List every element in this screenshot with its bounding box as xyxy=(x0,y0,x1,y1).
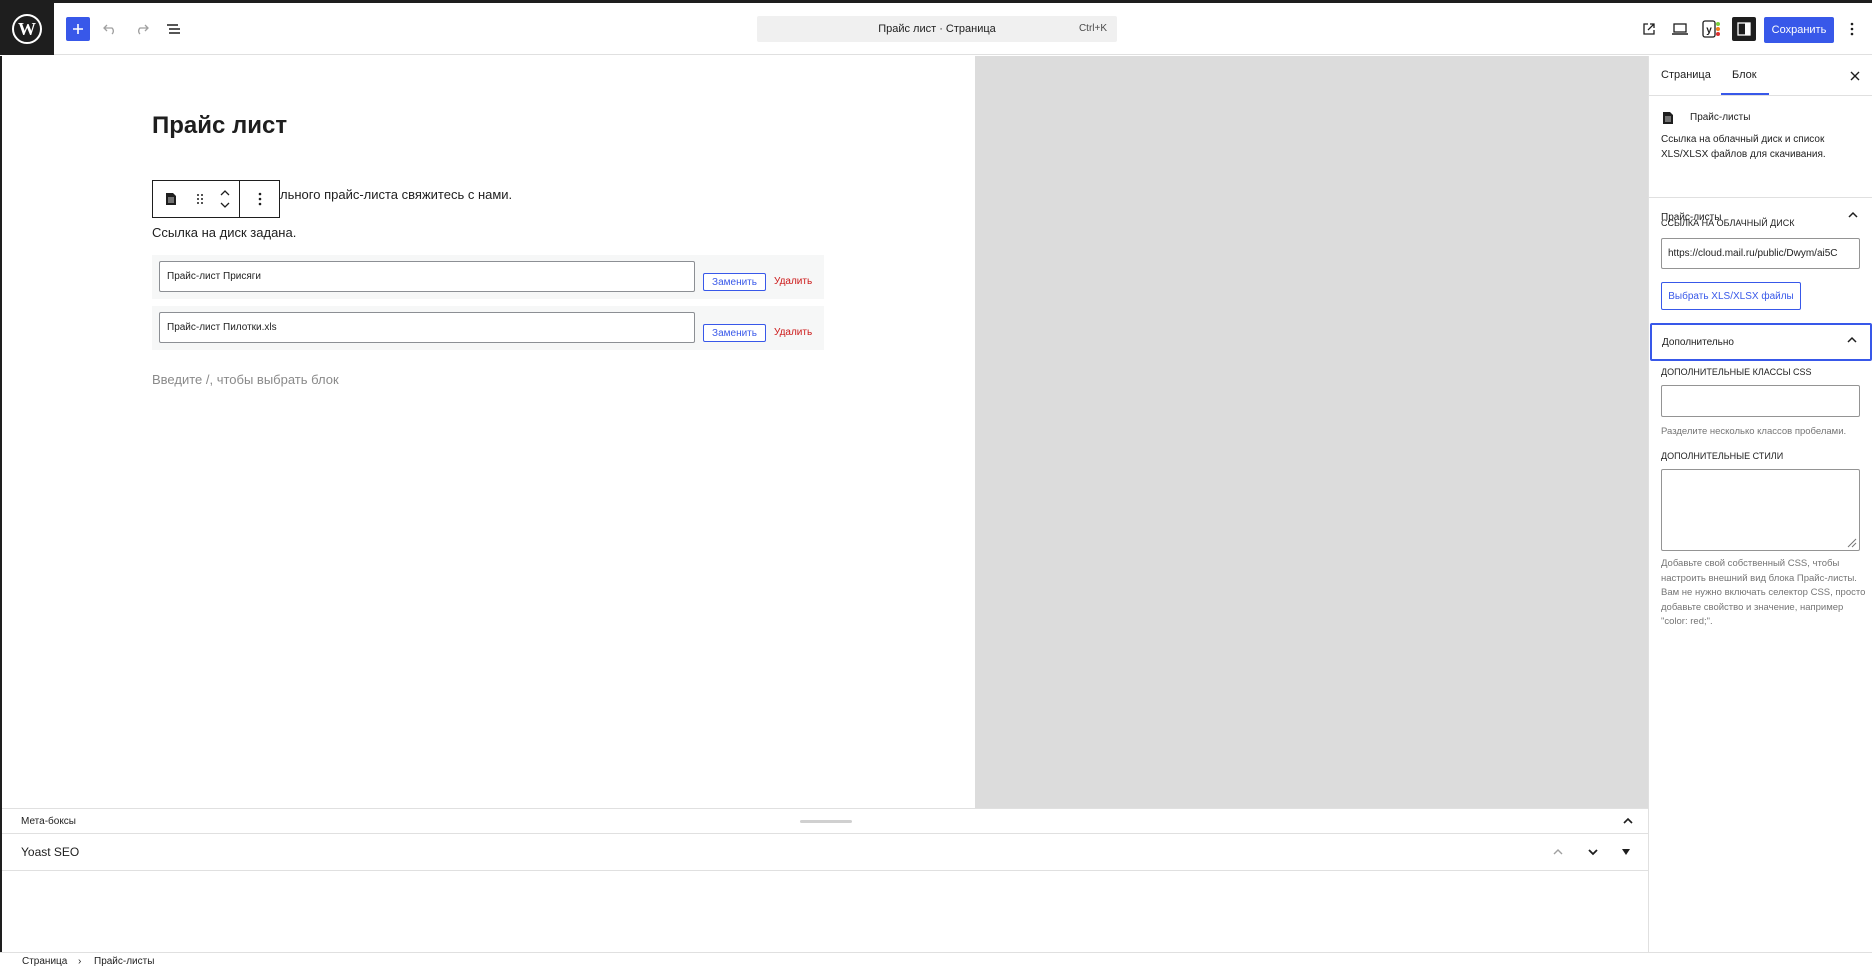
replace-file-button[interactable]: Заменить xyxy=(703,324,766,342)
settings-sidebar: Страница Блок Прайс-листы Ссылка на обла… xyxy=(1648,56,1872,952)
yoast-icon: y xyxy=(1702,20,1720,38)
close-sidebar-button[interactable] xyxy=(1845,66,1865,86)
move-up-icon[interactable] xyxy=(219,189,231,197)
panel-advanced-title: Дополнительно xyxy=(1662,336,1734,348)
document-overview-button[interactable] xyxy=(162,17,186,41)
redo-icon xyxy=(138,24,149,35)
block-name: Прайс-листы xyxy=(1690,112,1751,123)
css-classes-input[interactable] xyxy=(1661,385,1860,417)
cloud-link-label: ССЫЛКА НА ОБЛАЧНЫЙ ДИСК xyxy=(1661,218,1795,228)
css-classes-label: ДОПОЛНИТЕЛЬНЫЕ КЛАССЫ CSS xyxy=(1661,367,1812,377)
delete-file-button[interactable]: Удалить xyxy=(774,327,812,338)
paragraph-contact-text: льного прайс-листа свяжитесь с нами. xyxy=(280,187,513,202)
custom-styles-textarea[interactable] xyxy=(1661,469,1860,551)
plus-icon xyxy=(73,24,83,34)
redo-button[interactable] xyxy=(130,17,154,41)
move-up-icon[interactable] xyxy=(1552,848,1564,856)
command-palette-bar[interactable]: Прайс лист · Страница Ctrl+K xyxy=(757,16,1117,42)
document-icon xyxy=(166,193,176,205)
svg-text:y: y xyxy=(1706,25,1712,36)
block-description: Ссылка на облачный диск и список XLS/XLS… xyxy=(1661,134,1826,160)
panel-advanced-header[interactable]: Дополнительно xyxy=(1650,323,1872,361)
view-page-button[interactable] xyxy=(1637,17,1661,41)
undo-button[interactable] xyxy=(98,17,122,41)
meta-boxes-resize-handle[interactable] xyxy=(800,820,852,823)
meta-boxes-header: Мета-боксы xyxy=(2,808,1648,834)
empty-block-placeholder[interactable]: Введите /, чтобы выбрать блок xyxy=(152,372,339,387)
chevron-up-icon[interactable] xyxy=(1622,817,1634,825)
file-row: Прайс-лист Присяги Заменить Удалить xyxy=(152,255,824,299)
block-options-button[interactable] xyxy=(239,181,279,217)
chevron-up-icon xyxy=(1848,211,1858,218)
chevron-up-icon xyxy=(1847,336,1857,343)
add-block-button[interactable] xyxy=(66,17,90,41)
editor-header: W Прайс лист · Страница Ctrl+K y Сохрани… xyxy=(0,3,1872,55)
paragraph-disk-status[interactable]: Ссылка на диск задана. xyxy=(152,225,296,240)
breadcrumb-item-page[interactable]: Страница xyxy=(22,956,67,966)
save-button[interactable]: Сохранить xyxy=(1764,17,1834,43)
editor-canvas[interactable] xyxy=(2,56,975,808)
more-vertical-icon xyxy=(1850,22,1854,36)
drag-handle[interactable] xyxy=(189,181,211,217)
canvas-background xyxy=(975,56,1648,808)
settings-sidebar-toggle[interactable] xyxy=(1732,17,1756,41)
page-title[interactable]: Прайс лист xyxy=(152,112,287,140)
document-icon xyxy=(1663,112,1673,124)
breadcrumb-separator-icon: › xyxy=(78,956,82,966)
svg-text:W: W xyxy=(18,19,36,39)
tab-block[interactable]: Блок xyxy=(1732,69,1757,81)
delete-file-button[interactable]: Удалить xyxy=(774,276,812,287)
meta-boxes-label: Мета-боксы xyxy=(21,816,76,827)
drag-icon xyxy=(197,194,203,204)
yoast-seo-label: Yoast SEO xyxy=(21,845,80,859)
wordpress-logo[interactable]: W xyxy=(0,3,54,55)
file-name-field[interactable]: Прайс-лист Пилотки.xls xyxy=(159,312,695,343)
file-row: Прайс-лист Пилотки.xls Заменить Удалить xyxy=(152,306,824,350)
replace-file-button[interactable]: Заменить xyxy=(703,273,766,291)
css-classes-help: Разделите несколько классов пробелами. xyxy=(1661,426,1847,437)
cloud-link-input[interactable]: https://cloud.mail.ru/public/Dwym/ai5C xyxy=(1661,238,1860,269)
yoast-seo-button[interactable]: y xyxy=(1700,17,1724,41)
custom-styles-label: ДОПОЛНИТЕЛЬНЫЕ СТИЛИ xyxy=(1661,451,1784,461)
breadcrumb-item-block[interactable]: Прайс-листы xyxy=(94,956,154,966)
preview-device-button[interactable] xyxy=(1668,17,1692,41)
list-view-icon xyxy=(167,24,180,34)
block-breadcrumb: Страница › Прайс-листы xyxy=(0,952,1872,966)
move-down-icon[interactable] xyxy=(1587,848,1599,856)
document-title: Прайс лист · Страница xyxy=(878,23,996,35)
sidebar-icon xyxy=(1737,22,1751,36)
options-menu-button[interactable] xyxy=(1840,17,1864,41)
choose-files-button[interactable]: Выбрать XLS/XLSX файлы xyxy=(1661,282,1801,310)
move-down-icon[interactable] xyxy=(219,201,231,209)
yoast-seo-panel[interactable]: Yoast SEO xyxy=(2,834,1648,871)
panel-price-lists-header[interactable]: Прайс-листы xyxy=(1649,198,1872,236)
block-type-button[interactable] xyxy=(153,181,189,217)
block-card: Прайс-листы Ссылка на облачный диск и сп… xyxy=(1649,96,1872,198)
resize-grip-icon[interactable] xyxy=(1847,538,1857,548)
command-shortcut: Ctrl+K xyxy=(1078,23,1107,34)
tab-page[interactable]: Страница xyxy=(1661,69,1711,81)
sidebar-tabs: Страница Блок xyxy=(1649,56,1872,96)
close-icon xyxy=(1850,71,1860,81)
laptop-icon xyxy=(1672,23,1688,35)
wordpress-icon: W xyxy=(12,14,42,44)
undo-icon xyxy=(103,24,114,35)
external-link-icon xyxy=(1643,23,1655,35)
active-tab-indicator xyxy=(1721,93,1769,95)
toggle-panel-icon[interactable] xyxy=(1622,849,1630,855)
custom-styles-help: Добавьте свой собственный CSS, чтобы нас… xyxy=(1661,558,1866,627)
block-toolbar xyxy=(152,180,280,218)
more-vertical-icon xyxy=(258,192,261,206)
move-buttons xyxy=(211,181,239,217)
file-name-field[interactable]: Прайс-лист Присяги xyxy=(159,261,695,292)
